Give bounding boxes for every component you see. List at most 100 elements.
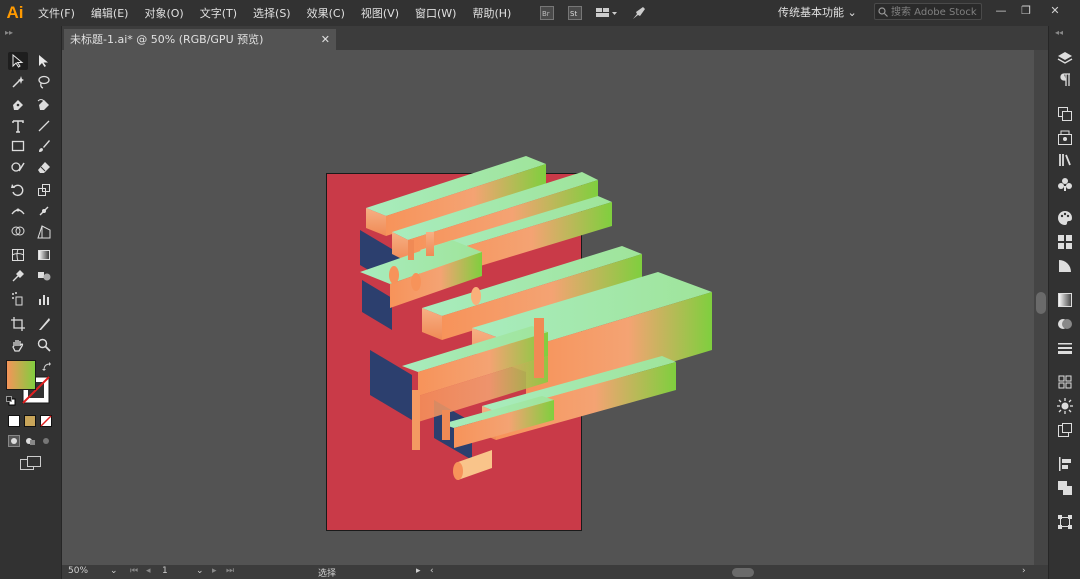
close-window-button[interactable]: ✕ [1045, 4, 1065, 17]
artboards-icon[interactable] [1057, 106, 1073, 122]
libraries-icon[interactable] [1057, 152, 1073, 168]
line-segment-tool-icon[interactable] [34, 117, 54, 135]
layers-icon[interactable] [1057, 50, 1073, 66]
menu-help[interactable]: 帮助(H) [464, 5, 519, 21]
zoom-dropdown-icon[interactable]: ⌄ [110, 566, 118, 576]
menu-file[interactable]: 文件(F) [30, 5, 83, 21]
puppet-warp-tool-icon[interactable] [34, 202, 54, 220]
paragraph-icon[interactable] [1057, 72, 1073, 88]
transform-icon[interactable] [1057, 514, 1073, 530]
bridge-icon[interactable]: Br [540, 6, 555, 20]
menu-type[interactable]: 文字(T) [192, 5, 245, 21]
selection-tool-icon[interactable] [8, 52, 28, 70]
scale-tool-icon[interactable] [34, 181, 54, 199]
letter-artwork[interactable] [360, 156, 712, 480]
type-tool-icon[interactable] [8, 117, 28, 135]
slice-tool-icon[interactable] [34, 315, 54, 333]
draw-behind-icon[interactable] [24, 435, 36, 450]
hand-tool-icon[interactable] [8, 336, 28, 354]
last-artboard-icon[interactable]: ⏭ [226, 566, 234, 576]
zoom-level[interactable]: 50% [68, 566, 88, 576]
gpu-performance-icon[interactable] [632, 6, 646, 20]
first-artboard-icon[interactable]: ⏮ [130, 566, 138, 576]
color-mode-icon[interactable] [8, 415, 20, 430]
close-tab-icon[interactable]: ✕ [321, 29, 330, 50]
pen-tool-icon[interactable] [8, 96, 28, 114]
shape-builder-tool-icon[interactable] [8, 223, 28, 241]
none-mode-icon[interactable] [40, 415, 52, 430]
eraser-tool-icon[interactable] [34, 158, 54, 176]
column-graph-tool-icon[interactable] [34, 290, 54, 308]
asset-export-icon[interactable] [1057, 130, 1073, 146]
menu-edit[interactable]: 编辑(E) [83, 5, 137, 21]
eyedropper-tool-icon[interactable] [8, 267, 28, 285]
next-artboard-icon[interactable]: ▸ [212, 566, 217, 576]
menu-window[interactable]: 窗口(W) [407, 5, 464, 21]
menu-effect[interactable]: 效果(C) [299, 5, 353, 21]
lasso-tool-icon[interactable] [34, 73, 54, 91]
vertical-scroll-thumb[interactable] [1036, 292, 1046, 314]
symbols-icon[interactable] [1057, 176, 1073, 192]
blend-tool-icon[interactable] [34, 267, 54, 285]
screen-mode-icon[interactable] [20, 456, 42, 473]
paintbrush-tool-icon[interactable] [34, 137, 54, 155]
gradient-mode-icon[interactable] [24, 415, 36, 430]
perspective-grid-tool-icon[interactable] [34, 223, 54, 241]
draw-inside-icon[interactable] [40, 435, 52, 450]
default-fill-stroke-icon[interactable] [6, 396, 16, 409]
current-tool-label: 选择 [318, 569, 337, 579]
gradient-panel-icon[interactable] [1057, 292, 1073, 308]
scroll-left-icon[interactable]: ‹ [430, 566, 434, 576]
align-icon[interactable] [1057, 374, 1073, 390]
search-icon [878, 7, 888, 17]
horizontal-scroll-thumb[interactable] [732, 568, 754, 577]
menu-select[interactable]: 选择(S) [245, 5, 299, 21]
scroll-right-icon[interactable]: › [1022, 566, 1026, 576]
graphic-styles-icon[interactable] [1057, 422, 1073, 438]
shaper-tool-icon[interactable] [8, 158, 28, 176]
workspace-switcher[interactable]: 传统基本功能 ⌄ [778, 4, 857, 20]
minimize-button[interactable]: — [991, 4, 1011, 17]
mesh-tool-icon[interactable] [8, 246, 28, 264]
tools-panel: ▸▸ [0, 26, 62, 579]
stroke-panel-icon[interactable] [1057, 340, 1073, 356]
color-guide-icon[interactable] [1057, 258, 1073, 274]
document-tab[interactable]: 未标题-1.ai* @ 50% (RGB/GPU 预览) ✕ [64, 29, 336, 50]
vertical-scrollbar[interactable] [1034, 50, 1048, 565]
menu-view[interactable]: 视图(V) [353, 5, 407, 21]
svg-text:Br: Br [542, 10, 550, 18]
artboard-dropdown-icon[interactable]: ⌄ [196, 566, 204, 576]
canvas[interactable] [62, 50, 1034, 565]
arrange-documents-icon[interactable] [596, 6, 618, 20]
swap-fill-stroke-icon[interactable] [42, 362, 52, 375]
zoom-tool-icon[interactable] [34, 336, 54, 354]
rotate-tool-icon[interactable] [8, 181, 28, 199]
align-objects-icon[interactable] [1057, 456, 1073, 472]
status-menu-icon[interactable]: ▸ [416, 566, 421, 576]
magic-wand-tool-icon[interactable] [8, 73, 28, 91]
stock-search-input[interactable]: 搜索 Adobe Stock [874, 3, 982, 20]
app-logo[interactable]: Ai [0, 3, 30, 23]
draw-normal-icon[interactable] [8, 435, 20, 450]
artboard-number[interactable]: 1 [162, 566, 168, 576]
pathfinder-icon[interactable] [1057, 480, 1073, 496]
rectangle-tool-icon[interactable] [8, 137, 28, 155]
previous-artboard-icon[interactable]: ◂ [146, 566, 151, 576]
width-tool-icon[interactable] [8, 202, 28, 220]
stock-icon[interactable]: St [568, 6, 583, 20]
svg-text:St: St [570, 10, 577, 18]
color-palette-icon[interactable] [1057, 210, 1073, 226]
menu-object[interactable]: 对象(O) [136, 5, 191, 21]
appearance-icon[interactable] [1057, 398, 1073, 414]
artwork-layer[interactable] [62, 50, 1034, 565]
swatches-icon[interactable] [1057, 234, 1073, 250]
dock-collapse-icon[interactable]: ◂◂ [1055, 28, 1063, 37]
direct-selection-tool-icon[interactable] [34, 52, 54, 70]
restore-button[interactable]: ❐ [1016, 4, 1036, 17]
gradient-tool-icon[interactable] [34, 246, 54, 264]
transparency-icon[interactable] [1057, 316, 1073, 332]
symbol-sprayer-tool-icon[interactable] [8, 290, 28, 308]
artboard-tool-icon[interactable] [8, 315, 28, 333]
curvature-tool-icon[interactable] [34, 96, 54, 114]
panel-collapse-icon[interactable]: ▸▸ [5, 28, 13, 37]
